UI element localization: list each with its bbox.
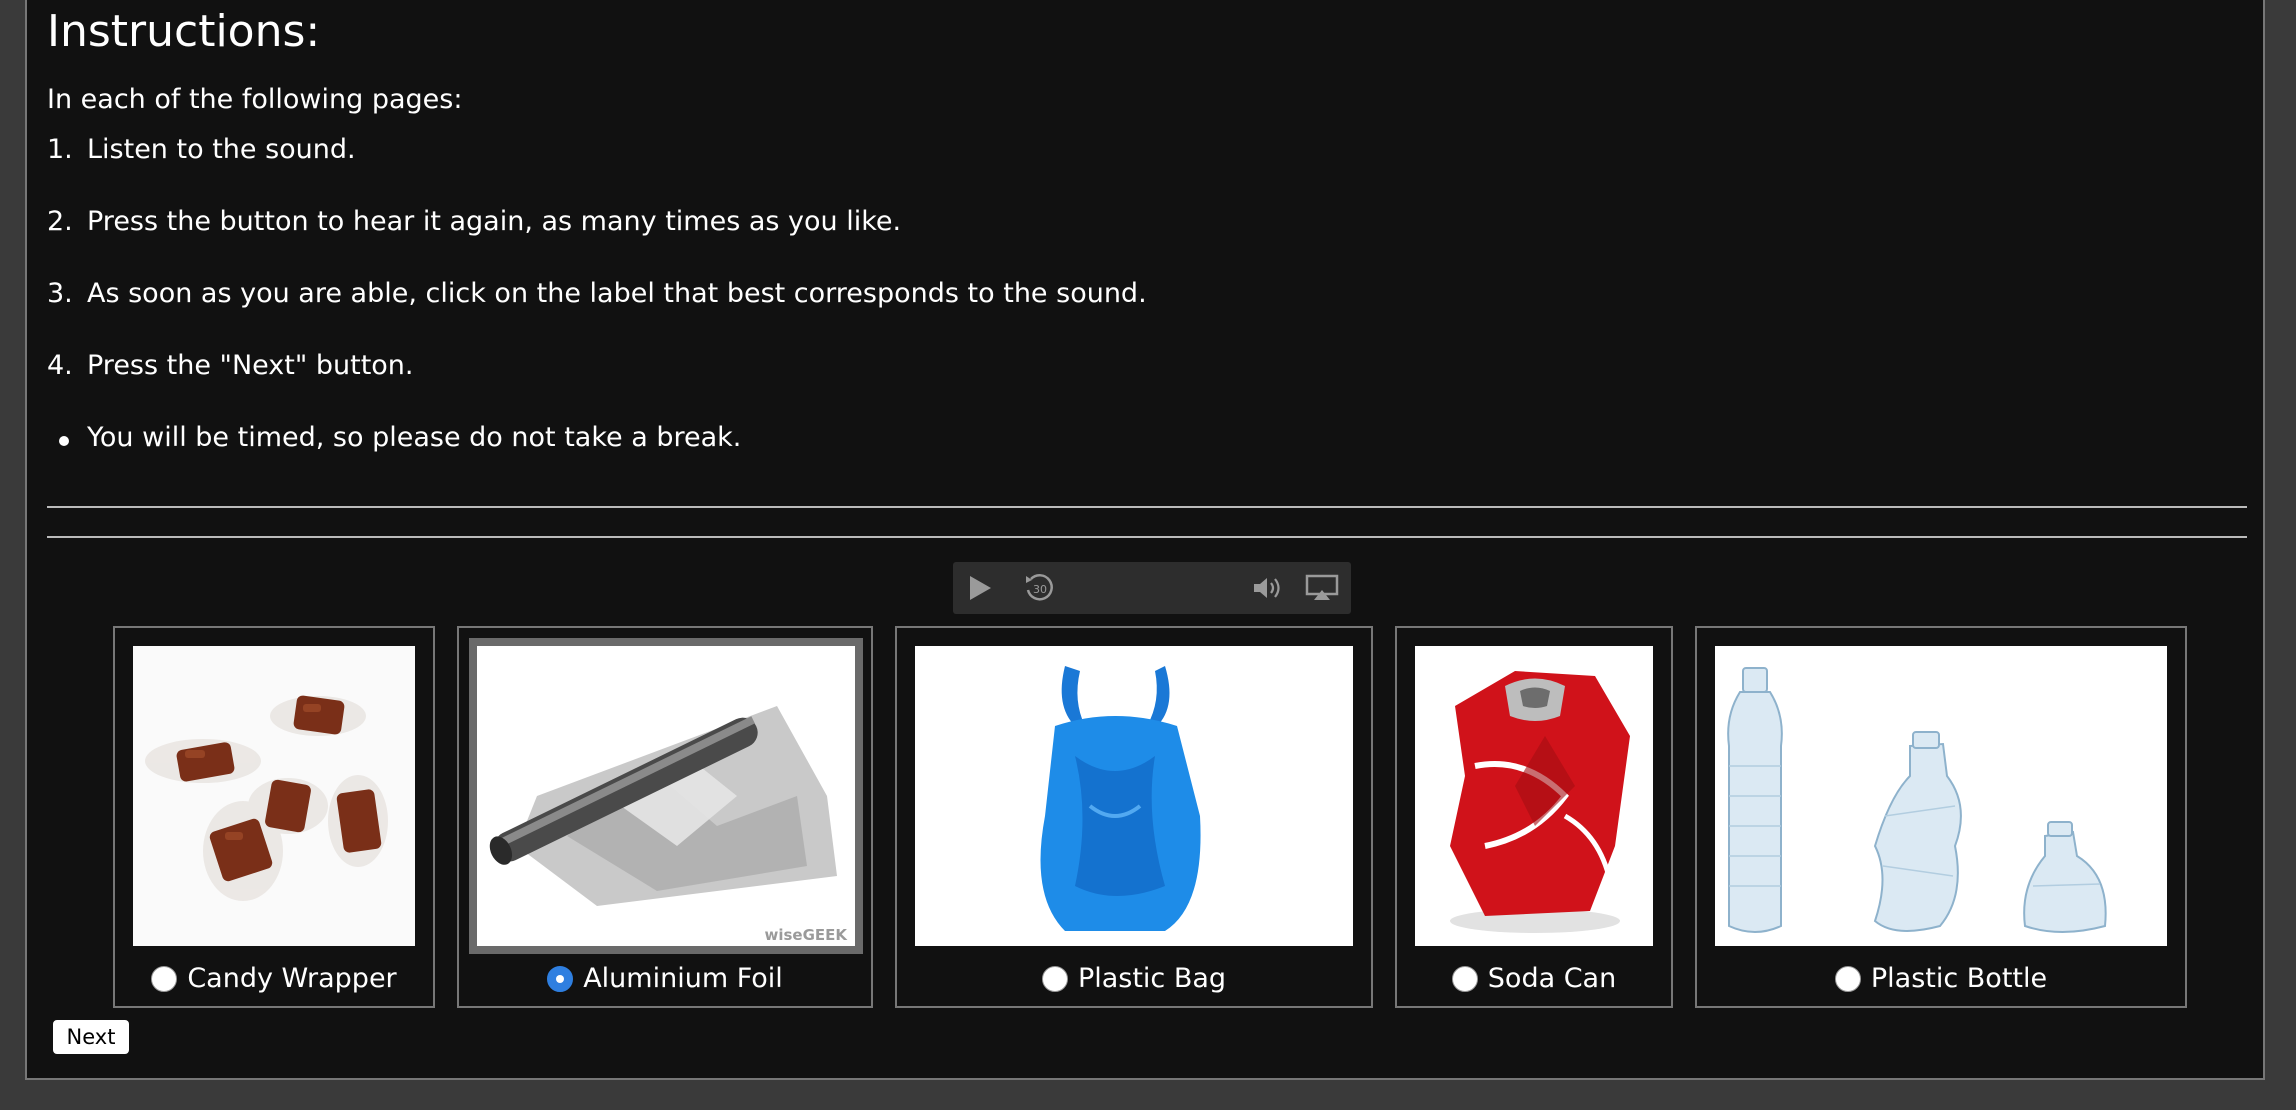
plastic-bag-image[interactable] — [915, 646, 1353, 946]
choice-label[interactable]: Candy Wrapper — [115, 963, 433, 994]
airplay-icon[interactable] — [1297, 562, 1347, 614]
next-button[interactable]: Next — [53, 1020, 129, 1054]
choice-candy-wrapper[interactable]: Candy Wrapper — [113, 626, 435, 1008]
choice-label-text[interactable]: Candy Wrapper — [187, 963, 396, 994]
step-text: Press the button to hear it again, as ma… — [87, 206, 902, 237]
choice-label-text[interactable]: Plastic Bottle — [1871, 963, 2047, 994]
page-title: Instructions: — [47, 6, 321, 57]
choice-soda-can[interactable]: Soda Can — [1395, 626, 1673, 1008]
choice-label[interactable]: Plastic Bag — [897, 963, 1371, 994]
choice-aluminium-foil[interactable]: wiseGEEK Aluminium Foil — [457, 626, 873, 1008]
step-number: 4. — [47, 350, 73, 381]
radio-candy-wrapper[interactable] — [151, 965, 178, 992]
step-text: As soon as you are able, click on the la… — [87, 278, 1147, 309]
audio-player[interactable]: 30 — [953, 562, 1351, 614]
choice-plastic-bottle[interactable]: Plastic Bottle — [1695, 626, 2187, 1008]
instructions-panel: Instructions: In each of the following p… — [25, 0, 2265, 1080]
choice-label-text[interactable]: Aluminium Foil — [583, 963, 783, 994]
step-number: 2. — [47, 206, 73, 237]
play-icon[interactable] — [953, 562, 1007, 614]
choice-label-text[interactable]: Plastic Bag — [1078, 963, 1226, 994]
radio-plastic-bag[interactable] — [1041, 965, 1068, 992]
plastic-bottle-image[interactable] — [1715, 646, 2167, 946]
replay-seconds: 30 — [1033, 583, 1047, 596]
aluminium-foil-image[interactable]: wiseGEEK — [469, 638, 863, 954]
choice-plastic-bag[interactable]: Plastic Bag — [895, 626, 1373, 1008]
step-text: Press the "Next" button. — [87, 350, 414, 381]
intro-text: In each of the following pages: — [47, 84, 463, 115]
note-text: You will be timed, so please do not take… — [87, 422, 742, 453]
bullet-icon — [59, 436, 69, 446]
divider — [47, 506, 2247, 508]
candy-wrapper-image[interactable] — [133, 646, 415, 946]
radio-soda-can[interactable] — [1451, 965, 1478, 992]
divider — [47, 536, 2247, 538]
volume-icon[interactable] — [1243, 562, 1293, 614]
choice-label[interactable]: Plastic Bottle — [1697, 963, 2185, 994]
step-text: Listen to the sound. — [87, 134, 356, 165]
radio-plastic-bottle[interactable] — [1834, 965, 1861, 992]
replay-30-icon[interactable]: 30 — [1015, 562, 1065, 614]
choice-label[interactable]: Aluminium Foil — [459, 963, 871, 994]
choice-label-text[interactable]: Soda Can — [1488, 963, 1616, 994]
step-number: 3. — [47, 278, 73, 309]
choice-label[interactable]: Soda Can — [1397, 963, 1671, 994]
radio-aluminium-foil[interactable] — [547, 965, 574, 992]
soda-can-image[interactable] — [1415, 646, 1653, 946]
step-number: 1. — [47, 134, 73, 165]
foil-watermark: wiseGEEK — [764, 926, 848, 944]
